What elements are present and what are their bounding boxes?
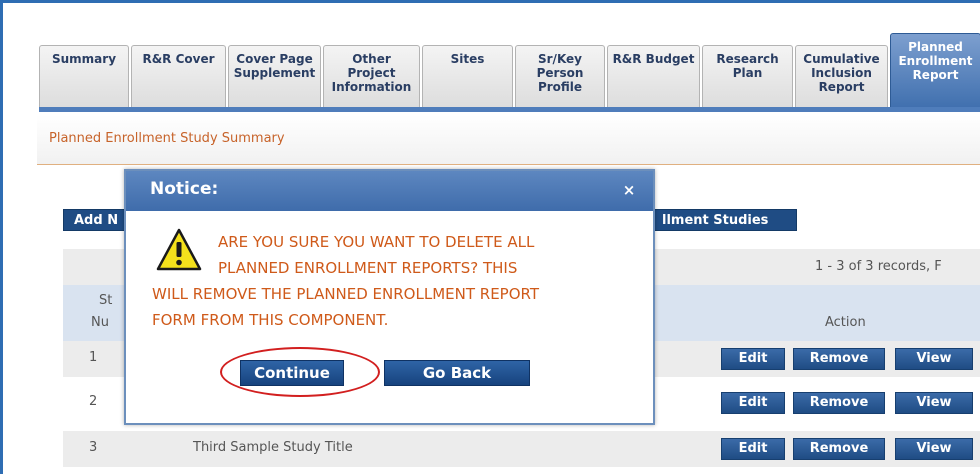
view-button[interactable]: View bbox=[895, 392, 973, 414]
message-line: WILL REMOVE THE PLANNED ENROLLMENT REPOR… bbox=[152, 285, 540, 303]
col-num-header: Nu bbox=[91, 315, 109, 330]
view-label: View bbox=[916, 441, 952, 456]
dialog-title: Notice: bbox=[150, 179, 219, 199]
row-number: 1 bbox=[89, 350, 98, 365]
table-row: 3 Third Sample Study Title Edit Remove V… bbox=[63, 431, 980, 467]
tab-label: Cover Page Supplement bbox=[233, 52, 316, 80]
section-header: Planned Enrollment Study Summary bbox=[37, 115, 980, 165]
tab-label: Other Project Information bbox=[331, 52, 412, 94]
tab-cover-page-supplement[interactable]: Cover Page Supplement bbox=[228, 45, 321, 109]
tab-cumulative-inclusion-report[interactable]: Cumulative Inclusion Report bbox=[795, 45, 888, 109]
tab-other-project-information[interactable]: Other Project Information bbox=[323, 45, 420, 109]
remove-button[interactable]: Remove bbox=[793, 438, 885, 460]
continue-label: Continue bbox=[254, 364, 330, 382]
go-back-button[interactable]: Go Back bbox=[384, 360, 530, 386]
remove-label: Remove bbox=[809, 351, 869, 366]
tab-underline bbox=[39, 107, 980, 112]
tab-rr-budget[interactable]: R&R Budget bbox=[607, 45, 700, 109]
notice-dialog: Notice: × ARE YOU SURE YOU WANT TO DELET… bbox=[124, 169, 655, 425]
go-back-label: Go Back bbox=[422, 364, 492, 382]
message-line: FORM FROM THIS COMPONENT. bbox=[152, 311, 389, 329]
message-line: PLANNED ENROLLMENT REPORTS? THIS bbox=[218, 259, 518, 277]
edit-label: Edit bbox=[738, 351, 768, 366]
remove-label: Remove bbox=[809, 441, 869, 456]
remove-button[interactable]: Remove bbox=[793, 392, 885, 414]
close-icon[interactable]: × bbox=[620, 181, 638, 199]
remove-label: Remove bbox=[809, 395, 869, 410]
dialog-header: Notice: × bbox=[126, 171, 653, 211]
view-button[interactable]: View bbox=[895, 438, 973, 460]
edit-button[interactable]: Edit bbox=[721, 348, 785, 370]
tab-rr-cover[interactable]: R&R Cover bbox=[131, 45, 226, 109]
tab-summary[interactable]: Summary bbox=[39, 45, 129, 109]
tab-label: Sr/Key Person Profile bbox=[536, 52, 584, 94]
section-title: Planned Enrollment Study Summary bbox=[49, 131, 285, 146]
col-study-header: St bbox=[99, 293, 113, 308]
row-title: Third Sample Study Title bbox=[193, 440, 353, 455]
edit-button[interactable]: Edit bbox=[721, 392, 785, 414]
edit-label: Edit bbox=[738, 395, 768, 410]
view-button[interactable]: View bbox=[895, 348, 973, 370]
tab-label: R&R Cover bbox=[142, 52, 215, 66]
edit-button[interactable]: Edit bbox=[721, 438, 785, 460]
edit-label: Edit bbox=[738, 441, 768, 456]
tab-label: Planned Enrollment Report bbox=[898, 40, 973, 82]
tab-planned-enrollment-report[interactable]: Planned Enrollment Report bbox=[890, 33, 980, 109]
studies-button[interactable]: llment Studies bbox=[651, 209, 797, 231]
remove-button[interactable]: Remove bbox=[793, 348, 885, 370]
tab-sr-key-person-profile[interactable]: Sr/Key Person Profile bbox=[515, 45, 605, 109]
tab-label: R&R Budget bbox=[612, 52, 695, 66]
add-study-button-label: Add N bbox=[74, 213, 119, 228]
row-number: 2 bbox=[89, 394, 98, 409]
view-label: View bbox=[916, 351, 952, 366]
tab-research-plan[interactable]: Research Plan bbox=[702, 45, 793, 109]
row-number: 3 bbox=[89, 440, 98, 455]
tab-label: Summary bbox=[51, 52, 117, 66]
message-line: ARE YOU SURE YOU WANT TO DELETE ALL bbox=[218, 233, 535, 251]
warning-icon bbox=[156, 228, 202, 271]
tab-label: Sites bbox=[450, 52, 485, 66]
view-label: View bbox=[916, 395, 952, 410]
tab-sites[interactable]: Sites bbox=[422, 45, 513, 109]
tab-label: Research Plan bbox=[716, 52, 779, 80]
continue-button[interactable]: Continue bbox=[240, 360, 344, 386]
tab-bar: Summary R&R Cover Cover Page Supplement … bbox=[39, 33, 980, 109]
app-frame: Summary R&R Cover Cover Page Supplement … bbox=[0, 0, 980, 474]
studies-button-label: llment Studies bbox=[662, 213, 769, 228]
tab-label: Cumulative Inclusion Report bbox=[803, 52, 880, 94]
records-count: 1 - 3 of 3 records, F bbox=[815, 259, 942, 274]
col-action-header: Action bbox=[825, 315, 866, 330]
